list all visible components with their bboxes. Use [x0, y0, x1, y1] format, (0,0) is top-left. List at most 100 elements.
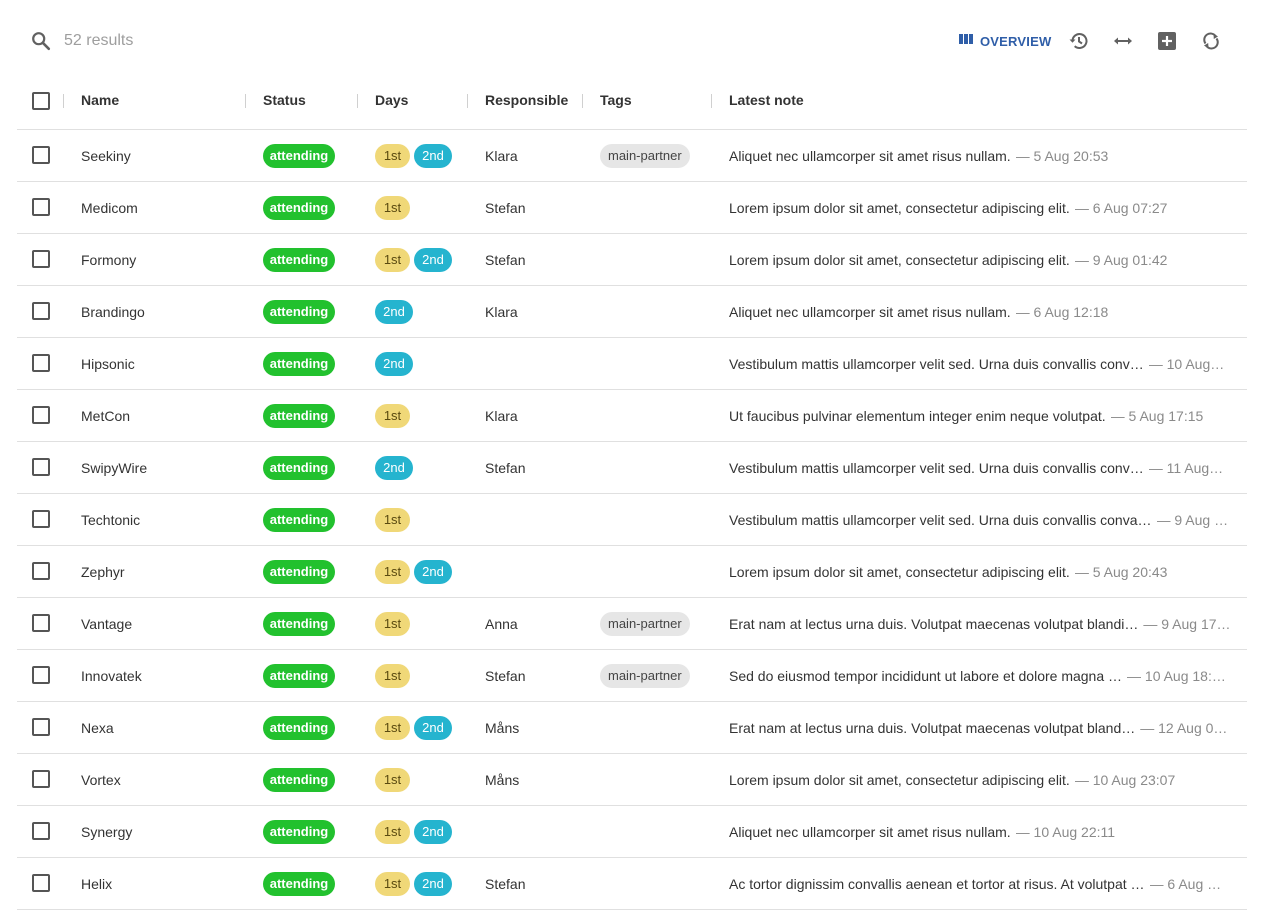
days-cell: 2nd — [375, 338, 417, 389]
responsible-cell: Måns — [485, 719, 520, 736]
column-header-responsible[interactable]: Responsible — [485, 78, 568, 122]
table-row[interactable]: Seekiny attending 1st 2nd Klara main-part… — [17, 130, 1247, 182]
table-row[interactable]: Medicom attending 1st Stefan Lorem ipsum… — [17, 182, 1247, 234]
row-checkbox[interactable] — [32, 666, 50, 684]
day-badge: 2nd — [414, 819, 452, 844]
table-row[interactable]: Zephyr attending 1st 2nd Lorem ipsum dolo… — [17, 546, 1247, 598]
status-cell: attending — [263, 754, 335, 805]
note-text: Vestibulum mattis ullamcorper velit sed.… — [729, 355, 1144, 372]
status-badge: attending — [263, 247, 335, 272]
days-cell: 1st 2nd — [375, 130, 456, 181]
add-box-icon[interactable] — [1155, 29, 1179, 53]
status-cell: attending — [263, 182, 335, 233]
column-divider[interactable] — [357, 94, 358, 108]
row-checkbox[interactable] — [32, 562, 50, 580]
note-text: Lorem ipsum dolor sit amet, consectetur … — [729, 771, 1070, 788]
day-badge: 2nd — [414, 871, 452, 896]
responsible-cell: Stefan — [485, 251, 526, 268]
status-badge: attending — [263, 715, 335, 740]
row-checkbox[interactable] — [32, 302, 50, 320]
row-checkbox[interactable] — [32, 770, 50, 788]
latest-note-cell: Vestibulum mattis ullamcorper velit sed.… — [729, 338, 1232, 389]
column-header-name[interactable]: Name — [81, 78, 119, 122]
row-name[interactable]: Brandingo — [81, 286, 145, 337]
latest-note-cell: Lorem ipsum dolor sit amet, consectetur … — [729, 754, 1232, 805]
history-icon[interactable] — [1067, 29, 1091, 53]
row-name[interactable]: MetCon — [81, 390, 130, 441]
latest-note-cell: Vestibulum mattis ullamcorper velit sed.… — [729, 494, 1232, 545]
note-timestamp: — 5 Aug 20:43 — [1074, 563, 1168, 580]
row-name[interactable]: SwipyWire — [81, 442, 147, 493]
column-divider[interactable] — [582, 94, 583, 108]
row-checkbox[interactable] — [32, 822, 50, 840]
day-badge: 1st — [375, 559, 410, 584]
day-badge: 2nd — [414, 715, 452, 740]
latest-note-cell: Lorem ipsum dolor sit amet, consectetur … — [729, 234, 1232, 285]
select-all-checkbox[interactable] — [32, 92, 50, 110]
column-header-latest-note[interactable]: Latest note — [729, 78, 804, 122]
table-row[interactable]: SwipyWire attending 2nd Stefan Vestibulu… — [17, 442, 1247, 494]
expand-width-icon[interactable] — [1111, 29, 1135, 53]
responsible-cell: Klara — [485, 407, 518, 424]
row-name[interactable]: Innovatek — [81, 650, 142, 701]
table-row[interactable]: Hipsonic attending 2nd Vestibulum mattis… — [17, 338, 1247, 390]
latest-note-cell: Ac tortor dignissim convallis aenean et … — [729, 858, 1232, 909]
row-checkbox[interactable] — [32, 614, 50, 632]
table-row[interactable]: Helix attending 1st 2nd Stefan Ac tortor … — [17, 858, 1247, 910]
row-name[interactable]: Nexa — [81, 702, 114, 753]
tags-cell: main-partner — [600, 650, 690, 701]
row-checkbox[interactable] — [32, 874, 50, 892]
row-name[interactable]: Formony — [81, 234, 136, 285]
note-timestamp: — 11 Aug… — [1148, 459, 1224, 476]
overview-button[interactable]: OVERVIEW — [958, 30, 1051, 52]
row-name[interactable]: Vortex — [81, 754, 121, 805]
column-divider[interactable] — [467, 94, 468, 108]
row-name[interactable]: Seekiny — [81, 130, 131, 181]
table-row[interactable]: Innovatek attending 1st Stefan main-part… — [17, 650, 1247, 702]
status-badge: attending — [263, 507, 335, 532]
row-checkbox[interactable] — [32, 354, 50, 372]
row-checkbox[interactable] — [32, 510, 50, 528]
table-row[interactable]: Brandingo attending 2nd Klara Aliquet ne… — [17, 286, 1247, 338]
row-name[interactable]: Hipsonic — [81, 338, 135, 389]
column-header-status[interactable]: Status — [263, 78, 306, 122]
table-row[interactable]: Nexa attending 1st 2nd Måns Erat nam at l… — [17, 702, 1247, 754]
row-checkbox[interactable] — [32, 458, 50, 476]
status-badge: attending — [263, 195, 335, 220]
row-checkbox[interactable] — [32, 198, 50, 216]
row-checkbox[interactable] — [32, 406, 50, 424]
column-divider[interactable] — [711, 94, 712, 108]
note-timestamp: — 6 Aug 12:18 — [1015, 303, 1109, 320]
table-row[interactable]: Vantage attending 1st Anna main-partner … — [17, 598, 1247, 650]
status-cell: attending — [263, 234, 335, 285]
row-name[interactable]: Zephyr — [81, 546, 125, 597]
table-body: Seekiny attending 1st 2nd Klara main-part… — [17, 130, 1247, 910]
row-name[interactable]: Helix — [81, 858, 112, 909]
column-header-days[interactable]: Days — [375, 78, 408, 122]
row-checkbox[interactable] — [32, 146, 50, 164]
row-checkbox[interactable] — [32, 718, 50, 736]
results-count: 52 results — [64, 32, 134, 49]
days-cell: 1st — [375, 494, 414, 545]
column-divider[interactable] — [245, 94, 246, 108]
note-timestamp: — 9 Aug 17… — [1143, 615, 1231, 632]
row-name[interactable]: Synergy — [81, 806, 132, 857]
row-name[interactable]: Medicom — [81, 182, 138, 233]
row-checkbox[interactable] — [32, 250, 50, 268]
day-badge: 1st — [375, 819, 410, 844]
column-divider[interactable] — [63, 94, 64, 108]
sync-icon[interactable] — [1199, 29, 1223, 53]
table-row[interactable]: Vortex attending 1st Måns Lorem ipsum do… — [17, 754, 1247, 806]
table-row[interactable]: Formony attending 1st 2nd Stefan Lorem ip… — [17, 234, 1247, 286]
latest-note-cell: Aliquet nec ullamcorper sit amet risus n… — [729, 130, 1232, 181]
note-timestamp: — 10 Aug 23:07 — [1074, 771, 1176, 788]
table-row[interactable]: MetCon attending 1st Klara Ut faucibus p… — [17, 390, 1247, 442]
row-name[interactable]: Techtonic — [81, 494, 140, 545]
search-icon[interactable] — [30, 30, 52, 52]
status-cell: attending — [263, 546, 335, 597]
row-name[interactable]: Vantage — [81, 598, 132, 649]
responsible-cell: Stefan — [485, 875, 526, 892]
table-row[interactable]: Synergy attending 1st 2nd Aliquet nec ull… — [17, 806, 1247, 858]
column-header-tags[interactable]: Tags — [600, 78, 632, 122]
table-row[interactable]: Techtonic attending 1st Vestibulum matti… — [17, 494, 1247, 546]
